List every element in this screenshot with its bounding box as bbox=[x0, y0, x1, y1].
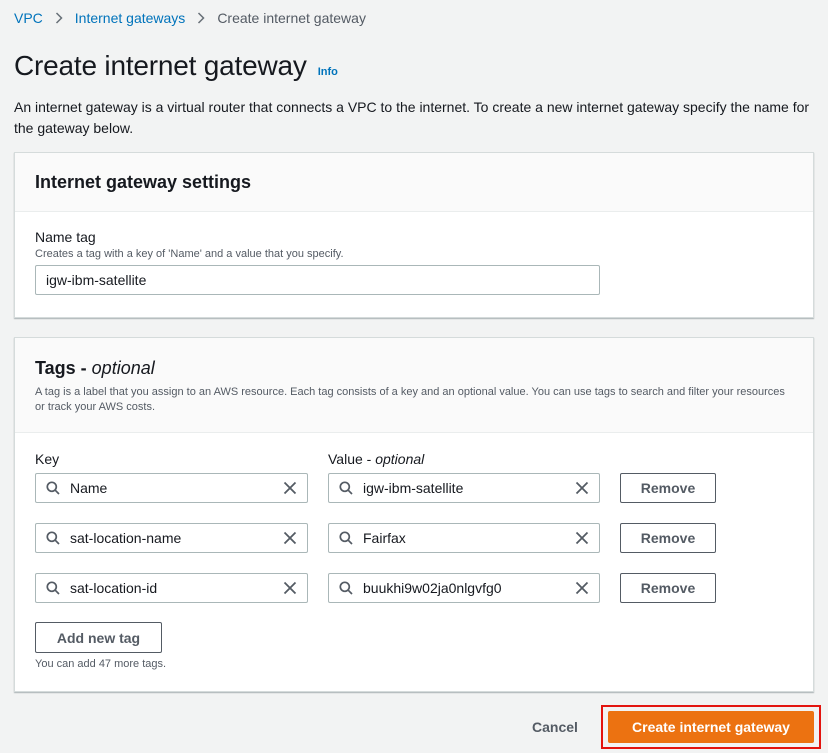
create-internet-gateway-button[interactable]: Create internet gateway bbox=[608, 711, 814, 743]
cancel-button[interactable]: Cancel bbox=[520, 712, 590, 742]
tag-value-value: buukhi9w02ja0nlgvfg0 bbox=[363, 580, 502, 596]
name-tag-input[interactable]: igw-ibm-satellite bbox=[35, 265, 600, 295]
value-label-optional: optional bbox=[375, 451, 425, 467]
chevron-right-icon bbox=[197, 12, 205, 24]
page-title: Create internet gateway bbox=[14, 50, 307, 81]
key-column-label: Key bbox=[35, 451, 60, 467]
tag-value-input[interactable]: igw-ibm-satellite bbox=[328, 473, 600, 503]
tags-title-text: Tags - bbox=[35, 358, 92, 378]
search-icon bbox=[36, 574, 70, 602]
clear-icon[interactable] bbox=[273, 474, 307, 502]
breadcrumb-internet-gateways-link[interactable]: Internet gateways bbox=[75, 10, 186, 26]
remove-tag-button[interactable]: Remove bbox=[620, 573, 716, 603]
clear-icon[interactable] bbox=[565, 524, 599, 552]
tag-key-value: Name bbox=[70, 480, 108, 496]
name-tag-label: Name tag bbox=[35, 229, 96, 245]
info-link[interactable]: Info bbox=[318, 66, 338, 78]
tags-title-optional: optional bbox=[91, 358, 155, 378]
tags-limit-text: You can add 47 more tags. bbox=[35, 658, 167, 670]
clear-icon[interactable] bbox=[565, 474, 599, 502]
clear-icon[interactable] bbox=[565, 574, 599, 602]
tags-description: A tag is a label that you assign to an A… bbox=[35, 386, 785, 413]
tag-key-input[interactable]: sat-location-name bbox=[35, 523, 308, 553]
search-icon bbox=[36, 474, 70, 502]
tags-panel-title: Tags - optional bbox=[35, 358, 793, 379]
add-new-tag-button[interactable]: Add new tag bbox=[35, 622, 162, 653]
tag-key-input[interactable]: sat-location-id bbox=[35, 573, 308, 603]
tag-key-input[interactable]: Name bbox=[35, 473, 308, 503]
internet-gateway-settings-panel: Internet gateway settings Name tag Creat… bbox=[14, 152, 814, 318]
breadcrumb-vpc-link[interactable]: VPC bbox=[14, 10, 43, 26]
tags-panel: Tags - optional A tag is a label that yo… bbox=[14, 337, 814, 692]
tag-value-input[interactable]: Fairfax bbox=[328, 523, 600, 553]
search-icon bbox=[329, 524, 363, 552]
settings-panel-header: Internet gateway settings bbox=[15, 153, 813, 212]
tag-row: Name igw-ibm-satellite Remove bbox=[35, 473, 795, 503]
tag-key-value: sat-location-id bbox=[70, 580, 158, 596]
chevron-right-icon bbox=[55, 12, 63, 24]
value-label-text: Value - bbox=[328, 451, 376, 467]
search-icon bbox=[36, 524, 70, 552]
page-header: Create internet gateway Info bbox=[14, 50, 338, 82]
remove-tag-button[interactable]: Remove bbox=[620, 523, 716, 553]
remove-tag-button[interactable]: Remove bbox=[620, 473, 716, 503]
tags-panel-header: Tags - optional A tag is a label that yo… bbox=[15, 338, 813, 433]
tag-value-value: igw-ibm-satellite bbox=[363, 480, 464, 496]
tag-row: sat-location-name Fairfax Remove bbox=[35, 523, 795, 553]
breadcrumb: VPC Internet gateways Create internet ga… bbox=[14, 8, 366, 28]
page-description: An internet gateway is a virtual router … bbox=[14, 99, 810, 136]
settings-panel-title: Internet gateway settings bbox=[35, 171, 252, 192]
clear-icon[interactable] bbox=[273, 574, 307, 602]
breadcrumb-current: Create internet gateway bbox=[217, 10, 366, 26]
clear-icon[interactable] bbox=[273, 524, 307, 552]
name-tag-hint: Creates a tag with a key of 'Name' and a… bbox=[35, 248, 344, 260]
tag-row: sat-location-id buukhi9w02ja0nlgvfg0 Rem… bbox=[35, 573, 795, 603]
search-icon bbox=[329, 574, 363, 602]
tag-key-value: sat-location-name bbox=[70, 530, 182, 546]
tag-value-input[interactable]: buukhi9w02ja0nlgvfg0 bbox=[328, 573, 600, 603]
search-icon bbox=[329, 474, 363, 502]
value-column-label: Value - optional bbox=[328, 451, 424, 467]
settings-panel-body: Name tag Creates a tag with a key of 'Na… bbox=[15, 212, 813, 295]
tag-value-value: Fairfax bbox=[363, 530, 406, 546]
